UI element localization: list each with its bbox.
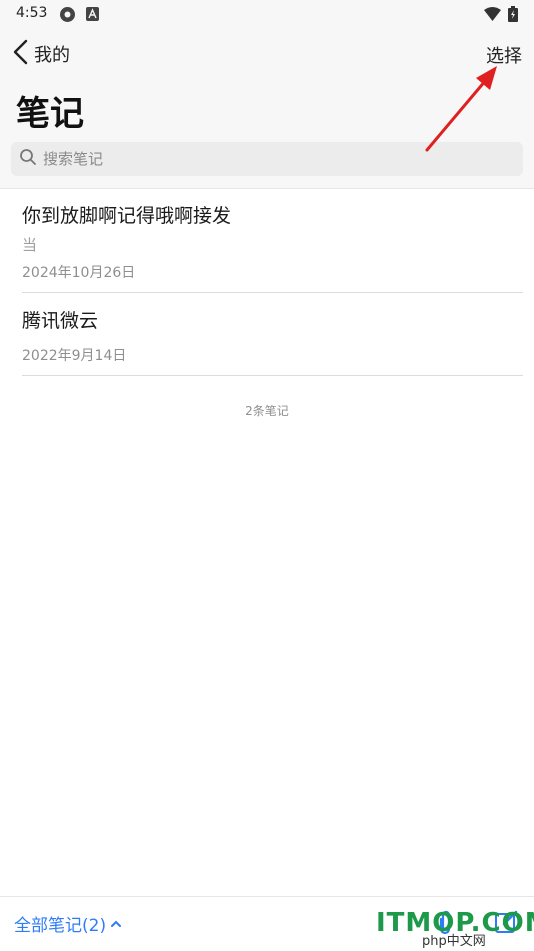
note-date: 2024年10月26日: [22, 265, 136, 281]
note-title: 腾讯微云: [22, 310, 99, 332]
note-list-item[interactable]: 腾讯微云 2022年9月14日: [22, 293, 523, 376]
note-list-item[interactable]: 你到放脚啊记得哦啊接发 当 2024年10月26日: [22, 189, 523, 293]
annotation-arrow: [425, 66, 497, 152]
note-date: 2022年9月14日: [22, 348, 127, 364]
note-title: 你到放脚啊记得哦啊接发: [22, 205, 232, 227]
all-notes-label: 全部笔记(2): [14, 916, 107, 936]
all-notes-button[interactable]: 全部笔记(2): [14, 911, 122, 936]
chevron-up-icon: [110, 914, 122, 934]
note-preview: 当: [22, 236, 38, 254]
watermark-sublabel: php中文网: [422, 934, 486, 949]
note-count: 2条笔记: [245, 404, 289, 418]
